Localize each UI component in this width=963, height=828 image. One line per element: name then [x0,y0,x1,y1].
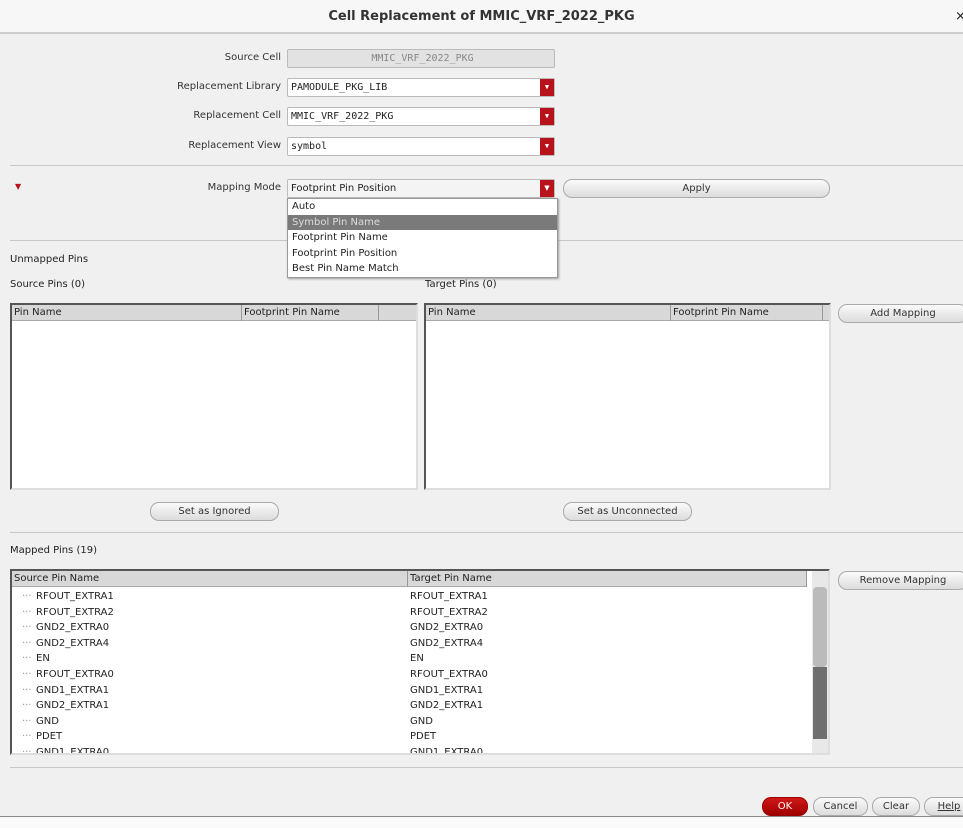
target-pin-name: PDET [410,731,437,743]
divider [10,165,963,166]
column-pin-name[interactable]: Pin Name [426,305,671,321]
scrollbar-track[interactable] [813,667,827,739]
table-header: Pin Name Footprint Pin Name [12,305,416,321]
help-button[interactable]: Help [924,797,963,816]
dialog-title: Cell Replacement of MMIC_VRF_2022_PKG [0,0,963,34]
option-footprint-pin-position[interactable]: Footprint Pin Position [288,246,557,262]
target-pin-name: EN [410,653,424,665]
table-row[interactable]: ··· RFOUT_EXTRA0 RFOUT_EXTRA0 [12,667,828,683]
chevron-down-icon[interactable]: ▼ [540,79,554,96]
mapping-mode-label: Mapping Mode [207,182,281,193]
mapped-pins-title: Mapped Pins (19) [10,545,97,556]
mapping-mode-combo[interactable]: Footprint Pin Position ▼ [287,179,555,198]
target-pin-name: GND2_EXTRA0 [410,622,484,634]
source-pin-name: RFOUT_EXTRA1 [36,591,114,602]
option-best-pin-name-match[interactable]: Best Pin Name Match [288,261,557,277]
apply-button[interactable]: Apply [563,179,830,198]
chevron-down-icon[interactable]: ▼ [540,138,554,155]
source-cell-field: MMIC_VRF_2022_PKG [287,49,555,68]
mapping-mode-value: Footprint Pin Position [291,183,397,194]
source-pin-name: GND1_EXTRA1 [36,684,110,696]
view-label: Replacement View [188,140,281,151]
table-row[interactable]: ··· GND2_EXTRA0 GND2_EXTRA0 [12,620,828,636]
table-row[interactable]: ··· GND1_EXTRA0 GND1_EXTRA0 [12,745,828,755]
ok-button[interactable]: OK [762,797,808,816]
collapse-triangle-icon[interactable]: ▼ [15,182,21,191]
column-footprint-pin-name[interactable]: Footprint Pin Name [671,305,823,321]
target-pins-table[interactable]: Pin Name Footprint Pin Name [424,303,831,490]
add-mapping-button[interactable]: Add Mapping [838,304,963,323]
table-row[interactable]: ··· RFOUT_EXTRA1 RFOUT_EXTRA1 [12,589,828,605]
window-bottom-edge [0,816,963,828]
table-row[interactable]: ··· RFOUT_EXTRA2 RFOUT_EXTRA2 [12,605,828,621]
table-row[interactable]: ··· GND1_EXTRA1 GND1_EXTRA1 [12,683,828,699]
remove-mapping-button[interactable]: Remove Mapping [838,571,963,590]
scrollbar[interactable] [812,571,828,753]
source-pin-name: RFOUT_EXTRA2 [36,606,114,618]
library-value: PAMODULE_PKG_LIB [291,82,388,93]
set-as-ignored-button[interactable]: Set as Ignored [150,502,279,521]
target-pin-name: RFOUT_EXTRA0 [410,669,488,680]
table-row[interactable]: ··· GND2_EXTRA4 GND2_EXTRA4 [12,636,828,652]
column-source-pin-name[interactable]: Source Pin Name [12,571,408,587]
set-as-unconnected-button[interactable]: Set as Unconnected [563,502,692,521]
table-row[interactable]: ··· GND2_EXTRA1 GND2_EXTRA1 [12,698,828,714]
column-target-pin-name[interactable]: Target Pin Name [408,571,807,587]
target-pin-name: GND1_EXTRA1 [410,684,484,696]
target-pin-name: RFOUT_EXTRA2 [410,606,488,618]
chevron-down-icon[interactable]: ▼ [540,180,554,197]
chevron-down-icon[interactable]: ▼ [540,108,554,125]
option-footprint-pin-name[interactable]: Footprint Pin Name [288,230,557,246]
option-auto[interactable]: Auto [288,199,557,215]
source-pin-name: PDET [36,731,63,743]
unmapped-pins-title: Unmapped Pins [10,254,89,265]
scrollbar-thumb[interactable] [813,587,827,667]
cell-combo[interactable]: MMIC_VRF_2022_PKG ▼ [287,107,555,126]
source-pin-name: GND2_EXTRA1 [36,700,110,712]
table-header: Source Pin Name Target Pin Name [12,571,807,587]
column-pin-name[interactable]: Pin Name [12,305,242,321]
source-cell-label: Source Cell [224,52,281,63]
source-pin-name: RFOUT_EXTRA0 [36,669,114,680]
mapping-mode-dropdown: Auto Symbol Pin Name Footprint Pin Name … [287,198,558,278]
cell-label: Replacement Cell [193,110,281,121]
divider [10,767,963,768]
table-row[interactable]: ··· GND GND [12,714,828,730]
target-pin-name: GND2_EXTRA4 [410,637,484,649]
table-row[interactable]: ··· PDET PDET [12,729,828,745]
cell-value: MMIC_VRF_2022_PKG [291,111,394,122]
view-value: symbol [291,141,328,152]
source-pin-name: GND1_EXTRA0 [36,747,110,755]
table-header: Pin Name Footprint Pin Name [426,305,829,321]
target-pin-name: RFOUT_EXTRA1 [410,591,488,602]
source-pins-table[interactable]: Pin Name Footprint Pin Name [10,303,418,490]
table-row[interactable]: ··· EN EN [12,651,828,667]
target-pin-name: GND [410,715,433,727]
library-label: Replacement Library [177,81,281,92]
library-combo[interactable]: PAMODULE_PKG_LIB ▼ [287,78,555,97]
divider [10,532,963,533]
source-pins-title: Source Pins (0) [10,279,86,290]
target-pin-name: GND2_EXTRA1 [410,700,484,712]
source-pin-name: EN [36,653,50,665]
source-pin-name: GND2_EXTRA0 [36,622,110,634]
column-footprint-pin-name[interactable]: Footprint Pin Name [242,305,379,321]
source-pin-name: GND [36,715,59,727]
mapped-pins-table[interactable]: Source Pin Name Target Pin Name ··· RFOUT_… [10,569,830,755]
cancel-button[interactable]: Cancel [813,797,868,816]
target-pins-title: Target Pins (0) [425,279,497,290]
target-pin-name: GND1_EXTRA0 [410,747,484,755]
option-symbol-pin-name[interactable]: Symbol Pin Name [288,214,557,231]
source-pin-name: GND2_EXTRA4 [36,637,110,649]
view-combo[interactable]: symbol ▼ [287,137,555,156]
clear-button[interactable]: Clear [872,797,920,816]
close-button[interactable]: × [955,0,963,34]
